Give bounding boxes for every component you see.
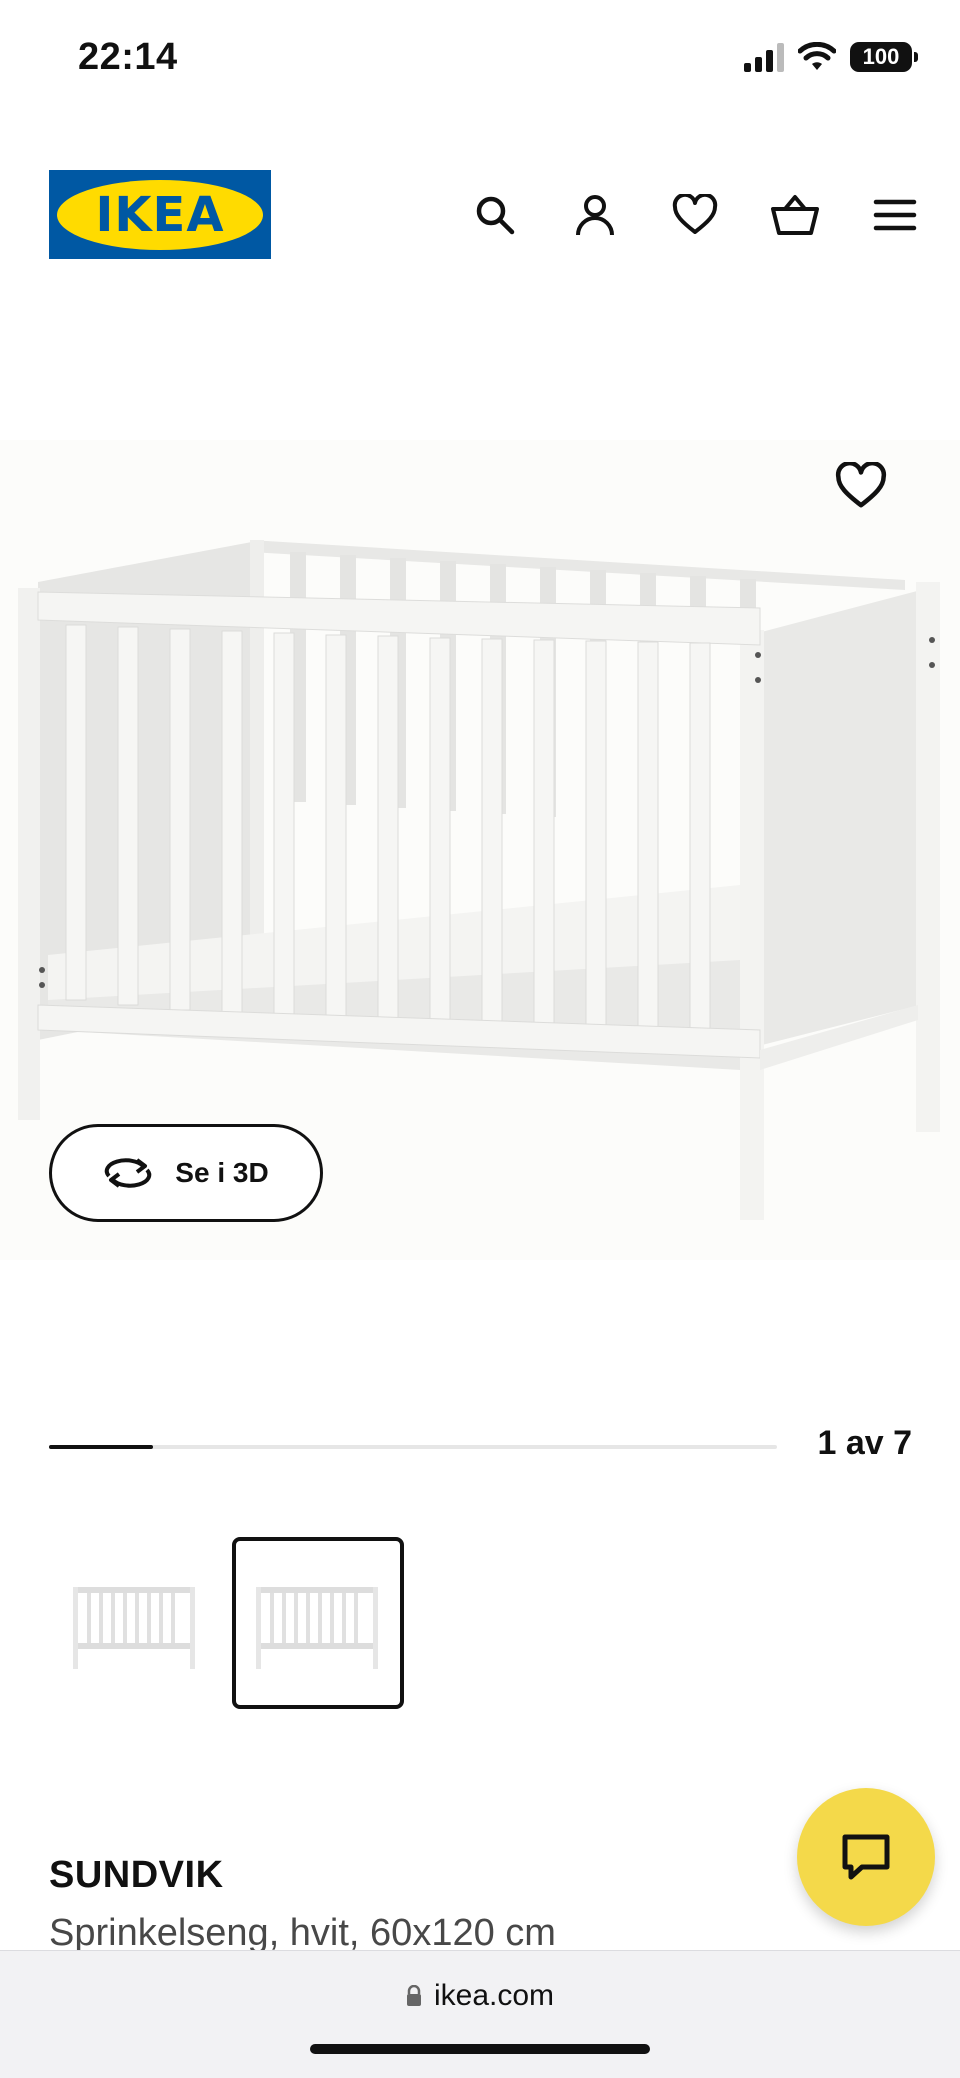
status-time: 22:14: [78, 36, 178, 78]
wifi-icon: [798, 42, 836, 70]
url-text: ikea.com: [433, 1979, 555, 2012]
heart-icon[interactable]: [670, 190, 720, 240]
site-header: IKEA: [0, 160, 960, 270]
battery-level: 100: [862, 44, 900, 69]
hamburger-menu-icon[interactable]: [870, 190, 920, 240]
crib-thumbnail-image: [73, 1587, 195, 1669]
product-name: SUNDVIK: [49, 1854, 224, 1896]
product-description: Sprinkelseng, hvit, 60x120 cm: [49, 1912, 556, 1954]
logo-text: IKEA: [95, 186, 225, 243]
battery-icon: 100: [850, 42, 918, 72]
gallery-progress-fill: [49, 1445, 154, 1449]
cellular-signal-icon: [744, 42, 784, 72]
home-indicator[interactable]: [310, 2044, 650, 2054]
rotate-3d-icon: [105, 1158, 152, 1188]
browser-url-bar[interactable]: ikea.com: [0, 1950, 960, 2078]
status-icons: 100: [744, 42, 918, 72]
header-icons: [470, 190, 920, 240]
lock-icon: [406, 1985, 421, 2006]
person-icon[interactable]: [570, 190, 620, 240]
thumbnail-2[interactable]: [232, 1537, 404, 1709]
gallery-progress-bar: [49, 1445, 777, 1449]
chat-bubble-icon: [842, 1834, 890, 1880]
logo-oval: IKEA: [57, 179, 263, 250]
ikea-logo[interactable]: IKEA: [49, 170, 271, 259]
thumbnail-1[interactable]: [49, 1537, 221, 1709]
url-display[interactable]: ikea.com: [0, 1979, 960, 2013]
favorite-heart-icon[interactable]: [835, 460, 887, 514]
view-in-3d-label: Se i 3D: [175, 1157, 269, 1188]
gallery-position: 1 av 7: [817, 1424, 912, 1462]
basket-icon[interactable]: [770, 190, 820, 240]
search-icon[interactable]: [470, 190, 520, 240]
crib-thumbnail-image: [256, 1587, 378, 1669]
status-bar: 22:14 100: [0, 0, 960, 120]
view-in-3d-button[interactable]: Se i 3D: [49, 1124, 323, 1222]
chat-button[interactable]: [797, 1788, 935, 1926]
